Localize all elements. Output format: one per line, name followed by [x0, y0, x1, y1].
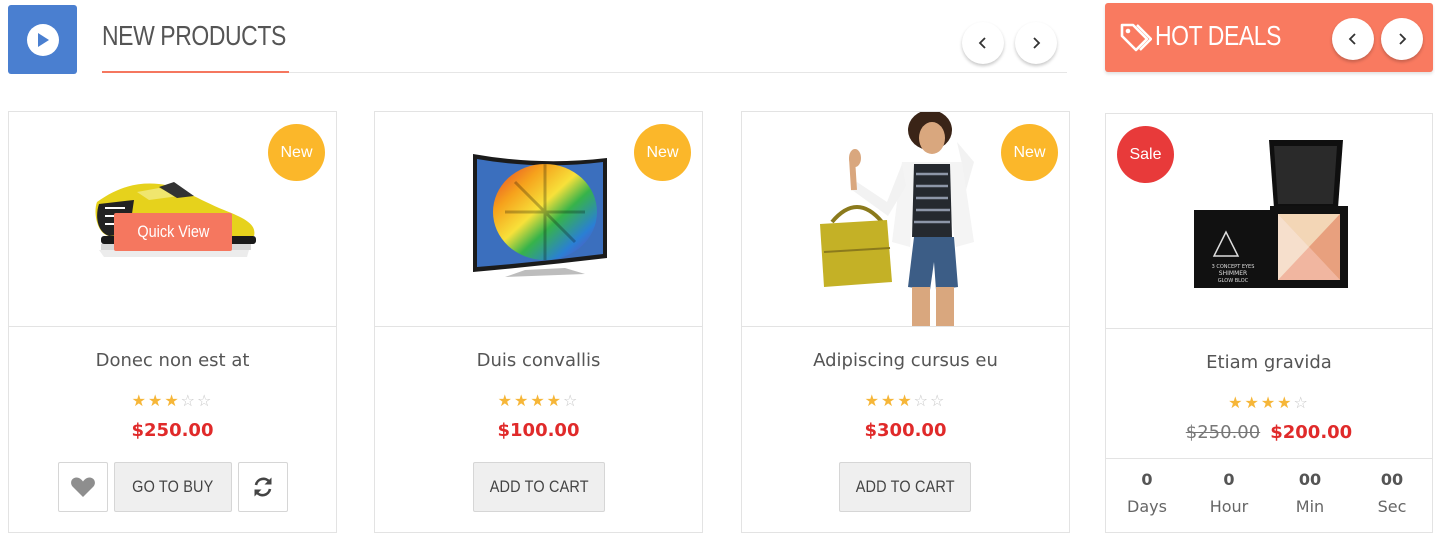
rating-stars: ★★★☆☆	[864, 391, 947, 410]
product-price: $100.00	[497, 420, 580, 441]
heart-icon	[71, 477, 95, 497]
new-badge: New	[634, 124, 691, 181]
product-name[interactable]: Duis convallis	[375, 350, 702, 371]
chevron-right-icon	[1033, 37, 1041, 49]
new-products-accent-line	[102, 71, 289, 73]
hot-deals-prev-button[interactable]	[1332, 18, 1374, 60]
add-to-cart-button[interactable]: ADD TO CART	[839, 462, 971, 512]
product-card: Quick View New Donec non est at ★★★☆☆ $2…	[8, 111, 337, 533]
countdown-days: 0 Days	[1127, 470, 1167, 516]
sale-badge: Sale	[1117, 126, 1174, 183]
countdown-hours: 0 Hour	[1209, 470, 1249, 516]
product-image-area[interactable]: 3 CONCEPT EYES SHIMMER GLOW BLOC Sale	[1106, 114, 1432, 329]
hot-deals-title: HOT DEALS	[1155, 20, 1282, 51]
product-name[interactable]: Donec non est at	[9, 350, 336, 371]
chevron-left-icon	[978, 37, 986, 49]
rating-stars: ★★★★☆	[497, 391, 580, 410]
sale-price: $200.00	[1270, 422, 1353, 443]
old-price: $250.00	[1185, 422, 1261, 443]
go-to-buy-button[interactable]: GO TO BUY	[114, 462, 232, 512]
product-image-area[interactable]: Quick View New	[9, 112, 336, 327]
new-products-next-button[interactable]	[1015, 22, 1057, 64]
product-price: $250.00	[131, 420, 214, 441]
countdown-divider	[1106, 458, 1432, 459]
product-price: $300.00	[864, 420, 947, 441]
compare-button[interactable]	[238, 462, 288, 512]
new-badge: New	[1001, 124, 1058, 181]
deal-price: $250.00 $200.00	[1106, 422, 1432, 443]
product-name[interactable]: Adipiscing cursus eu	[742, 350, 1069, 371]
rating-stars: ★★★☆☆	[131, 391, 214, 410]
quick-view-button[interactable]: Quick View	[114, 213, 232, 251]
rating-stars: ★★★★☆	[1228, 393, 1310, 412]
svg-text:SHIMMER: SHIMMER	[1219, 270, 1247, 277]
new-products-title: NEW PRODUCTS	[102, 20, 286, 51]
refresh-icon	[254, 477, 272, 497]
hot-deal-card: 3 CONCEPT EYES SHIMMER GLOW BLOC Sale Et…	[1105, 113, 1433, 533]
product-name[interactable]: Etiam gravida	[1106, 352, 1432, 373]
new-products-icon	[8, 5, 77, 74]
wishlist-button[interactable]	[58, 462, 108, 512]
new-products-prev-button[interactable]	[962, 22, 1004, 64]
countdown-seconds: 00 Sec	[1377, 470, 1407, 516]
tags-icon	[1120, 23, 1152, 52]
chevron-right-icon	[1399, 33, 1407, 45]
product-image-area[interactable]: New	[742, 112, 1069, 327]
product-card: New Duis convallis ★★★★☆ $100.00 ADD TO …	[374, 111, 703, 533]
svg-text:GLOW BLOC: GLOW BLOC	[1218, 278, 1249, 284]
hot-deals-next-button[interactable]	[1381, 18, 1423, 60]
product-card: New Adipiscing cursus eu ★★★☆☆ $300.00 A…	[741, 111, 1070, 533]
chevron-left-icon	[1348, 33, 1356, 45]
product-image-area[interactable]: New	[375, 112, 702, 327]
countdown-minutes: 00 Min	[1295, 470, 1325, 516]
new-badge: New	[268, 124, 325, 181]
add-to-cart-button[interactable]: ADD TO CART	[473, 462, 605, 512]
